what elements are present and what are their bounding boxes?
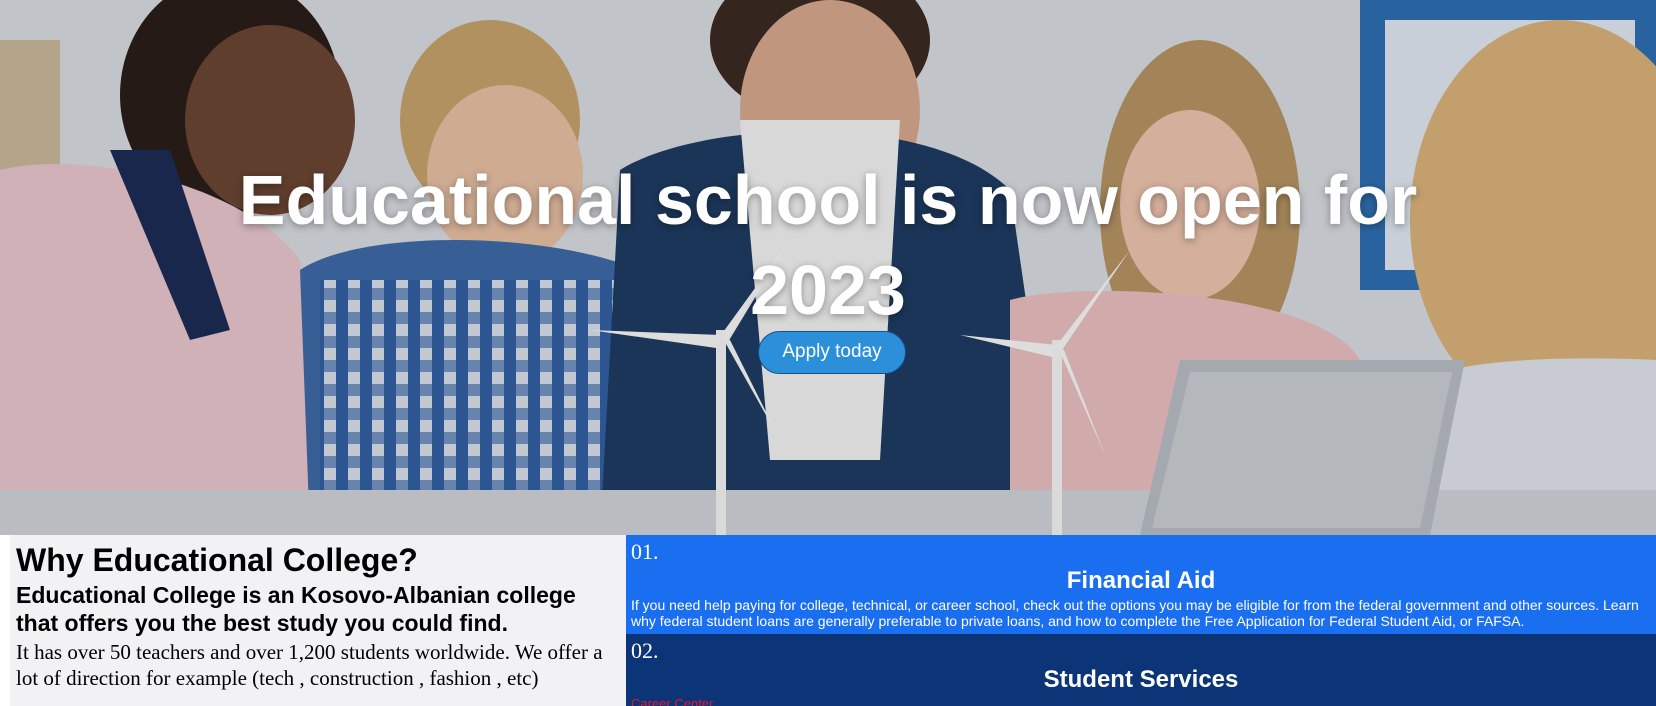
service-financial-aid: 01. Financial Aid If you need help payin… [626, 535, 1656, 634]
hero-section: Educational school is now open for 2023 … [0, 0, 1656, 535]
apply-today-button[interactable]: Apply today [758, 331, 906, 374]
service-number: 01. [631, 539, 659, 564]
career-center-link[interactable]: Career Center [631, 696, 713, 706]
service-description: If you need help paying for college, tec… [631, 597, 1639, 629]
why-college-heading: Why Educational College? [16, 542, 418, 578]
service-title: Student Services [1043, 666, 1239, 693]
why-college-subheading: Educational College is an Kosovo-Albania… [16, 582, 576, 636]
service-student-services: 02. Student Services Career Center [626, 634, 1656, 706]
why-college-description: It has over 50 teachers and over 1,200 s… [16, 640, 603, 690]
why-college-panel: Why Educational College? Educational Col… [10, 535, 626, 706]
service-number: 02. [631, 638, 659, 663]
hero-title: Educational school is now open for 2023 [238, 161, 1418, 329]
service-title: Financial Aid [1066, 567, 1216, 594]
